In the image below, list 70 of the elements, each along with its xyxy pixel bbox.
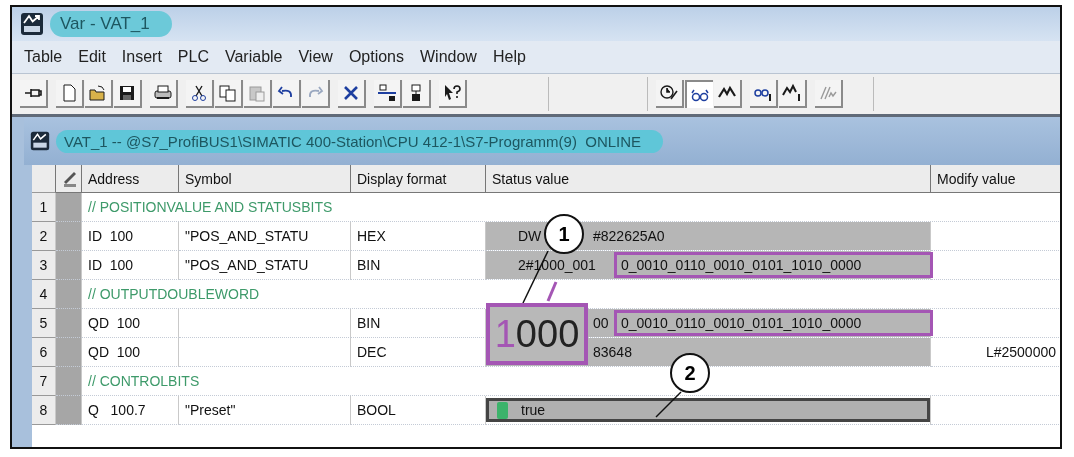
- magnifier-tooltip: 1000: [486, 303, 588, 365]
- window-title: Var - VAT_1: [50, 11, 172, 37]
- row-number: 3: [32, 251, 56, 280]
- toolbar-button[interactable]: [338, 80, 366, 108]
- address-cell: Q 100.7: [82, 396, 179, 425]
- menu-item[interactable]: Options: [340, 46, 412, 68]
- row-number: 7: [32, 367, 56, 396]
- address-cell: ID 100: [82, 251, 179, 280]
- row-number: 1: [32, 193, 56, 222]
- document-title: VAT_1 -- @S7_ProfiBUS1\SIMATIC 400-Station\CPU 412-1\S7-Programm(9) ONLINE: [56, 129, 664, 153]
- table-corner[interactable]: [32, 165, 56, 193]
- toolbar-button[interactable]: [150, 80, 178, 108]
- status-text: true: [521, 402, 546, 418]
- toolbar-button[interactable]: [20, 80, 48, 108]
- callout-number: 2: [670, 353, 710, 393]
- address-cell: QD 100: [82, 338, 179, 367]
- leader-line: [655, 391, 682, 418]
- menu-item[interactable]: View: [290, 46, 341, 68]
- highlight-box: 0_0010_0110_0010_0101_1010_0000: [614, 310, 933, 336]
- modify-trigger-icon: [782, 83, 802, 103]
- status-text: #822625A0: [593, 228, 665, 244]
- toolbar-button[interactable]: [114, 80, 142, 108]
- app-logo-icon: [20, 12, 44, 36]
- column-header[interactable]: Address: [82, 165, 179, 193]
- network-icon: [377, 83, 397, 103]
- column-header[interactable]: Status value: [486, 165, 931, 193]
- modify-value-cell: L#2500000: [931, 338, 1060, 367]
- menu-item[interactable]: Variable: [216, 46, 291, 68]
- column-header[interactable]: Symbol: [179, 165, 351, 193]
- row-number: 4: [32, 280, 56, 309]
- column-header[interactable]: Display format: [351, 165, 486, 193]
- status-text: 83648: [593, 344, 632, 360]
- highlight-box: 0_0010_0110_0010_0101_1010_0000: [614, 252, 933, 278]
- document-icon: [30, 131, 50, 151]
- menu-item[interactable]: PLC: [169, 46, 217, 68]
- row-number: 2: [32, 222, 56, 251]
- toolbar-button[interactable]: [685, 80, 713, 108]
- row-number: 8: [32, 396, 56, 425]
- copy-icon: [218, 83, 238, 103]
- symbol-cell: "POS_AND_STATU: [179, 222, 351, 251]
- symbol-cell: "Preset": [179, 396, 351, 425]
- toolbar-button[interactable]: [403, 80, 431, 108]
- menu-item[interactable]: Insert: [113, 46, 170, 68]
- toolbar-button[interactable]: [186, 80, 214, 108]
- address-cell: QD 100: [82, 309, 179, 338]
- row-number: 5: [32, 309, 56, 338]
- toolbar-button[interactable]: [273, 80, 301, 108]
- paste-icon: [247, 83, 267, 103]
- edit-icon: [62, 169, 78, 188]
- column-header[interactable]: Modify value: [931, 165, 1060, 193]
- menu-item[interactable]: Edit: [70, 46, 114, 68]
- status-text: 00: [593, 315, 609, 331]
- toolbar-button[interactable]: [374, 80, 402, 108]
- save-icon: [117, 83, 137, 103]
- menu-item[interactable]: Help: [484, 46, 534, 68]
- status-text: DW: [518, 228, 542, 244]
- menu-item[interactable]: Table: [16, 46, 71, 68]
- toolbar-button[interactable]: [750, 80, 778, 108]
- symbol-cell: "POS_AND_STATU: [179, 251, 351, 280]
- toolbar-button[interactable]: [656, 80, 684, 108]
- address-cell: ID 100: [82, 222, 179, 251]
- toolbar-button[interactable]: [714, 80, 742, 108]
- cut-icon: [189, 83, 209, 103]
- callout-number: 1: [544, 214, 584, 254]
- open-icon: [88, 83, 108, 103]
- row-number: 6: [32, 338, 56, 367]
- toolbar-button[interactable]: [779, 80, 807, 108]
- menu-item[interactable]: Window: [412, 46, 485, 68]
- toolbar-button[interactable]: [439, 80, 467, 108]
- help-icon: [442, 83, 462, 103]
